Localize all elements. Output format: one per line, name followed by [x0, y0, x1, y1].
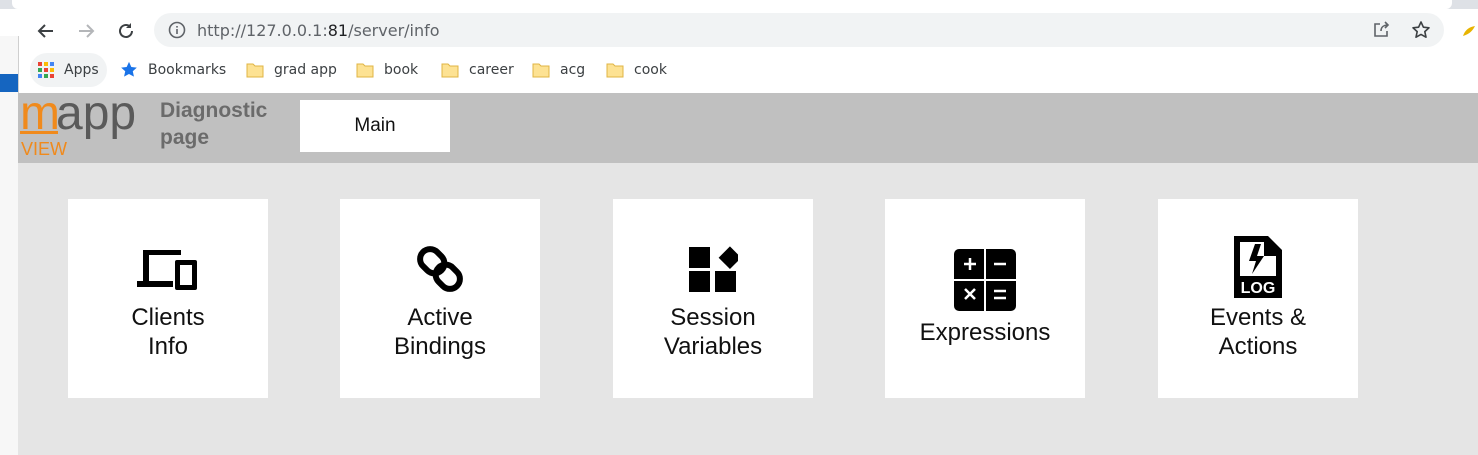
url-text[interactable]: http://127.0.0.1:81/server/info — [197, 21, 440, 40]
bookmark-label: cook — [634, 62, 667, 78]
app-header: m app VIEW Diagnostic page Main — [18, 87, 1478, 163]
tile-active-bindings[interactable]: Active Bindings — [340, 199, 540, 398]
devices-icon — [68, 241, 268, 297]
active-tab-edge — [12, 0, 1452, 9]
bookmark-book[interactable]: book — [356, 52, 418, 88]
bookmark-label: acg — [560, 62, 586, 78]
bookmarks-bar: Apps Bookmarks grad app book career acg … — [0, 52, 1478, 93]
extension-icon[interactable] — [1458, 20, 1478, 42]
bookmark-grad-app[interactable]: grad app — [246, 52, 337, 88]
star-filled-icon — [120, 61, 138, 79]
logo-letters-app: app — [56, 93, 136, 140]
logo-view-text: VIEW — [21, 139, 67, 159]
star-icon[interactable] — [1411, 20, 1431, 40]
tile-label-line1: Session — [670, 304, 756, 331]
bookmark-label: Bookmarks — [148, 62, 227, 78]
forward-arrow-icon — [79, 24, 95, 38]
browser-toolbar: http://127.0.0.1:81/server/info — [0, 9, 1478, 52]
tile-label-line2: Bindings — [393, 333, 487, 360]
tab-strip — [0, 0, 1478, 9]
app-content: m app VIEW Diagnostic page Main Clients … — [18, 87, 1478, 455]
log-file-icon: LOG — [1158, 235, 1358, 299]
folder-icon — [246, 62, 264, 78]
folder-icon — [606, 62, 624, 78]
back-button[interactable] — [35, 20, 57, 42]
apps-grid-icon — [38, 62, 54, 78]
url-host: http://127.0.0.1: — [197, 21, 328, 40]
logo-underline — [20, 131, 58, 134]
url-port: 81 — [327, 21, 349, 40]
tile-label-line2: Actions — [1218, 333, 1298, 360]
bookmark-bookmarks[interactable]: Bookmarks — [120, 52, 226, 88]
background-window-edge — [0, 36, 19, 455]
folder-icon — [441, 62, 459, 78]
background-window-accent — [0, 74, 18, 92]
tile-expressions[interactable]: Expressions — [885, 199, 1085, 398]
calculator-icon — [885, 249, 1085, 311]
share-icon[interactable] — [1371, 20, 1391, 40]
bookmark-career[interactable]: career — [441, 52, 514, 88]
tile-label-line2: Variables — [663, 333, 763, 360]
tile-events-actions[interactable]: LOG Events & Actions — [1158, 199, 1358, 398]
forward-button[interactable] — [75, 20, 97, 42]
tile-label-line1: Events & — [1209, 304, 1307, 331]
bookmark-label: career — [469, 62, 514, 78]
url-path: /server/info — [348, 21, 440, 40]
page-title: Diagnostic page — [160, 97, 290, 151]
bookmark-label: Apps — [64, 62, 99, 78]
widgets-icon — [613, 241, 813, 297]
back-arrow-icon — [37, 24, 53, 38]
bookmark-acg[interactable]: acg — [532, 52, 585, 88]
main-button[interactable]: Main — [300, 100, 450, 152]
reload-button[interactable] — [115, 20, 137, 42]
tile-label-line1: Clients — [131, 304, 205, 331]
bookmark-label: grad app — [274, 62, 337, 78]
bookmark-cook[interactable]: cook — [606, 52, 667, 88]
info-icon[interactable] — [167, 20, 187, 40]
tile-clients-info[interactable]: Clients Info — [68, 199, 268, 398]
page-title-line2: page — [160, 126, 210, 149]
tile-label-line1: Active — [407, 304, 473, 331]
folder-icon — [532, 62, 550, 78]
folder-icon — [356, 62, 374, 78]
svg-text:LOG: LOG — [1241, 280, 1276, 297]
bookmark-label: book — [384, 62, 419, 78]
bookmark-apps[interactable]: Apps — [30, 53, 107, 87]
reload-icon — [119, 23, 133, 38]
tile-label-line2: Info — [147, 333, 189, 360]
address-bar[interactable]: http://127.0.0.1:81/server/info — [154, 13, 1444, 47]
page-title-line1: Diagnostic — [160, 99, 268, 122]
tile-session-variables[interactable]: Session Variables — [613, 199, 813, 398]
tile-label-line1: Expressions — [919, 319, 1051, 346]
link-icon — [340, 241, 540, 297]
mapp-view-logo: m app VIEW — [18, 87, 148, 159]
